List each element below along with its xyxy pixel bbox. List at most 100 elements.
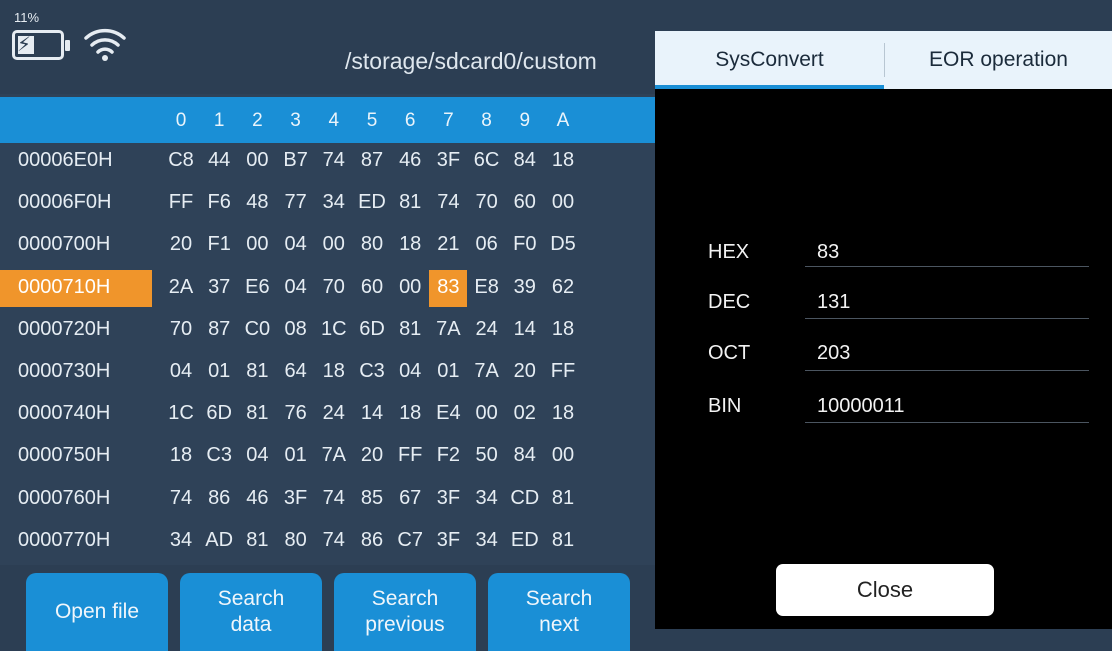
byte-cell[interactable]: 74 — [428, 191, 468, 214]
byte-cell[interactable]: 44 — [199, 149, 239, 172]
byte-cell[interactable]: 81 — [543, 529, 583, 552]
byte-cell[interactable]: 77 — [276, 191, 316, 214]
byte-cell[interactable]: 02 — [505, 402, 545, 425]
byte-cell[interactable]: 00 — [467, 402, 507, 425]
byte-cell[interactable]: 48 — [237, 191, 277, 214]
byte-cell[interactable]: 1C — [161, 402, 201, 425]
byte-cell[interactable]: 6C — [467, 149, 507, 172]
byte-cell[interactable]: E6 — [237, 276, 277, 299]
byte-cell[interactable]: F2 — [428, 444, 468, 467]
byte-cell[interactable]: 2A — [161, 276, 201, 299]
row-address[interactable]: 0000710H — [0, 269, 152, 307]
byte-cell[interactable]: 01 — [276, 444, 316, 467]
byte-cell[interactable]: 7A — [314, 444, 354, 467]
byte-cell[interactable]: 80 — [352, 233, 392, 256]
byte-cell[interactable]: 81 — [390, 191, 430, 214]
byte-cell[interactable]: 04 — [276, 233, 316, 256]
tab-eor-operation[interactable]: EOR operation — [885, 31, 1112, 89]
byte-cell[interactable]: 7A — [467, 360, 507, 383]
byte-cell[interactable]: 3F — [428, 529, 468, 552]
byte-cell[interactable]: 34 — [314, 191, 354, 214]
byte-cell[interactable]: ED — [505, 529, 545, 552]
byte-cell[interactable]: FF — [543, 360, 583, 383]
byte-cell[interactable]: 74 — [314, 529, 354, 552]
byte-cell[interactable]: 3F — [276, 487, 316, 510]
byte-cell[interactable]: 81 — [237, 529, 277, 552]
byte-cell[interactable]: 24 — [467, 318, 507, 341]
row-address[interactable]: 0000720H — [18, 318, 110, 341]
byte-cell[interactable]: 86 — [199, 487, 239, 510]
byte-cell[interactable]: C3 — [199, 444, 239, 467]
byte-cell[interactable]: 01 — [428, 360, 468, 383]
byte-cell[interactable]: F0 — [505, 233, 545, 256]
byte-cell[interactable]: 00 — [237, 233, 277, 256]
row-address[interactable]: 0000760H — [18, 487, 110, 510]
byte-cell[interactable]: 70 — [314, 276, 354, 299]
byte-cell[interactable]: ED — [352, 191, 392, 214]
byte-cell[interactable]: 04 — [161, 360, 201, 383]
byte-cell[interactable]: C7 — [390, 529, 430, 552]
byte-cell[interactable]: 24 — [314, 402, 354, 425]
row-address[interactable]: 00006F0H — [18, 191, 111, 214]
byte-cell[interactable]: 14 — [352, 402, 392, 425]
byte-cell[interactable]: 81 — [543, 487, 583, 510]
byte-cell[interactable]: 04 — [276, 276, 316, 299]
byte-cell[interactable]: 20 — [505, 360, 545, 383]
byte-cell[interactable]: FF — [390, 444, 430, 467]
byte-cell[interactable]: 04 — [390, 360, 430, 383]
row-address[interactable]: 0000770H — [18, 529, 110, 552]
byte-cell[interactable]: 81 — [390, 318, 430, 341]
byte-cell[interactable]: 04 — [237, 444, 277, 467]
byte-cell[interactable]: 00 — [237, 149, 277, 172]
byte-cell[interactable]: 87 — [199, 318, 239, 341]
byte-cell[interactable]: 18 — [161, 444, 201, 467]
byte-cell[interactable]: 18 — [543, 318, 583, 341]
byte-cell[interactable]: 81 — [237, 360, 277, 383]
byte-cell[interactable]: 81 — [237, 402, 277, 425]
byte-cell[interactable]: C0 — [237, 318, 277, 341]
byte-cell[interactable]: 18 — [314, 360, 354, 383]
byte-cell[interactable]: 20 — [352, 444, 392, 467]
byte-cell[interactable]: 34 — [161, 529, 201, 552]
byte-cell[interactable]: 34 — [467, 529, 507, 552]
byte-cell[interactable]: 76 — [276, 402, 316, 425]
byte-cell[interactable]: 3F — [428, 149, 468, 172]
tab-sysconvert[interactable]: SysConvert — [655, 31, 884, 89]
byte-cell[interactable]: 84 — [505, 149, 545, 172]
byte-cell[interactable]: 08 — [276, 318, 316, 341]
byte-cell[interactable]: 70 — [161, 318, 201, 341]
search-next-button[interactable]: Search next — [488, 573, 630, 651]
byte-cell[interactable]: 06 — [467, 233, 507, 256]
byte-cell[interactable]: 3F — [428, 487, 468, 510]
byte-cell[interactable]: 18 — [390, 233, 430, 256]
byte-cell[interactable]: 39 — [505, 276, 545, 299]
row-address[interactable]: 0000700H — [18, 233, 110, 256]
byte-cell[interactable]: 84 — [505, 444, 545, 467]
selected-byte-cell[interactable]: 83 — [429, 269, 468, 307]
byte-cell[interactable]: 46 — [390, 149, 430, 172]
byte-cell[interactable]: 85 — [352, 487, 392, 510]
row-address[interactable]: 0000740H — [18, 402, 110, 425]
byte-cell[interactable]: 00 — [543, 191, 583, 214]
byte-cell[interactable]: 50 — [467, 444, 507, 467]
byte-cell[interactable]: 74 — [314, 487, 354, 510]
byte-cell[interactable]: 7A — [428, 318, 468, 341]
byte-cell[interactable]: E8 — [467, 276, 507, 299]
byte-cell[interactable]: 67 — [390, 487, 430, 510]
byte-cell[interactable]: 62 — [543, 276, 583, 299]
byte-cell[interactable]: B7 — [276, 149, 316, 172]
byte-cell[interactable]: 18 — [543, 149, 583, 172]
byte-cell[interactable]: E4 — [428, 402, 468, 425]
byte-cell[interactable]: 46 — [237, 487, 277, 510]
byte-cell[interactable]: 00 — [314, 233, 354, 256]
byte-cell[interactable]: 6D — [199, 402, 239, 425]
byte-cell[interactable]: 18 — [390, 402, 430, 425]
row-address[interactable]: 0000750H — [18, 444, 110, 467]
byte-cell[interactable]: D5 — [543, 233, 583, 256]
byte-cell[interactable]: 1C — [314, 318, 354, 341]
byte-cell[interactable]: C8 — [161, 149, 201, 172]
byte-cell[interactable]: CD — [505, 487, 545, 510]
byte-cell[interactable]: 70 — [467, 191, 507, 214]
byte-cell[interactable]: 37 — [199, 276, 239, 299]
byte-cell[interactable]: 86 — [352, 529, 392, 552]
